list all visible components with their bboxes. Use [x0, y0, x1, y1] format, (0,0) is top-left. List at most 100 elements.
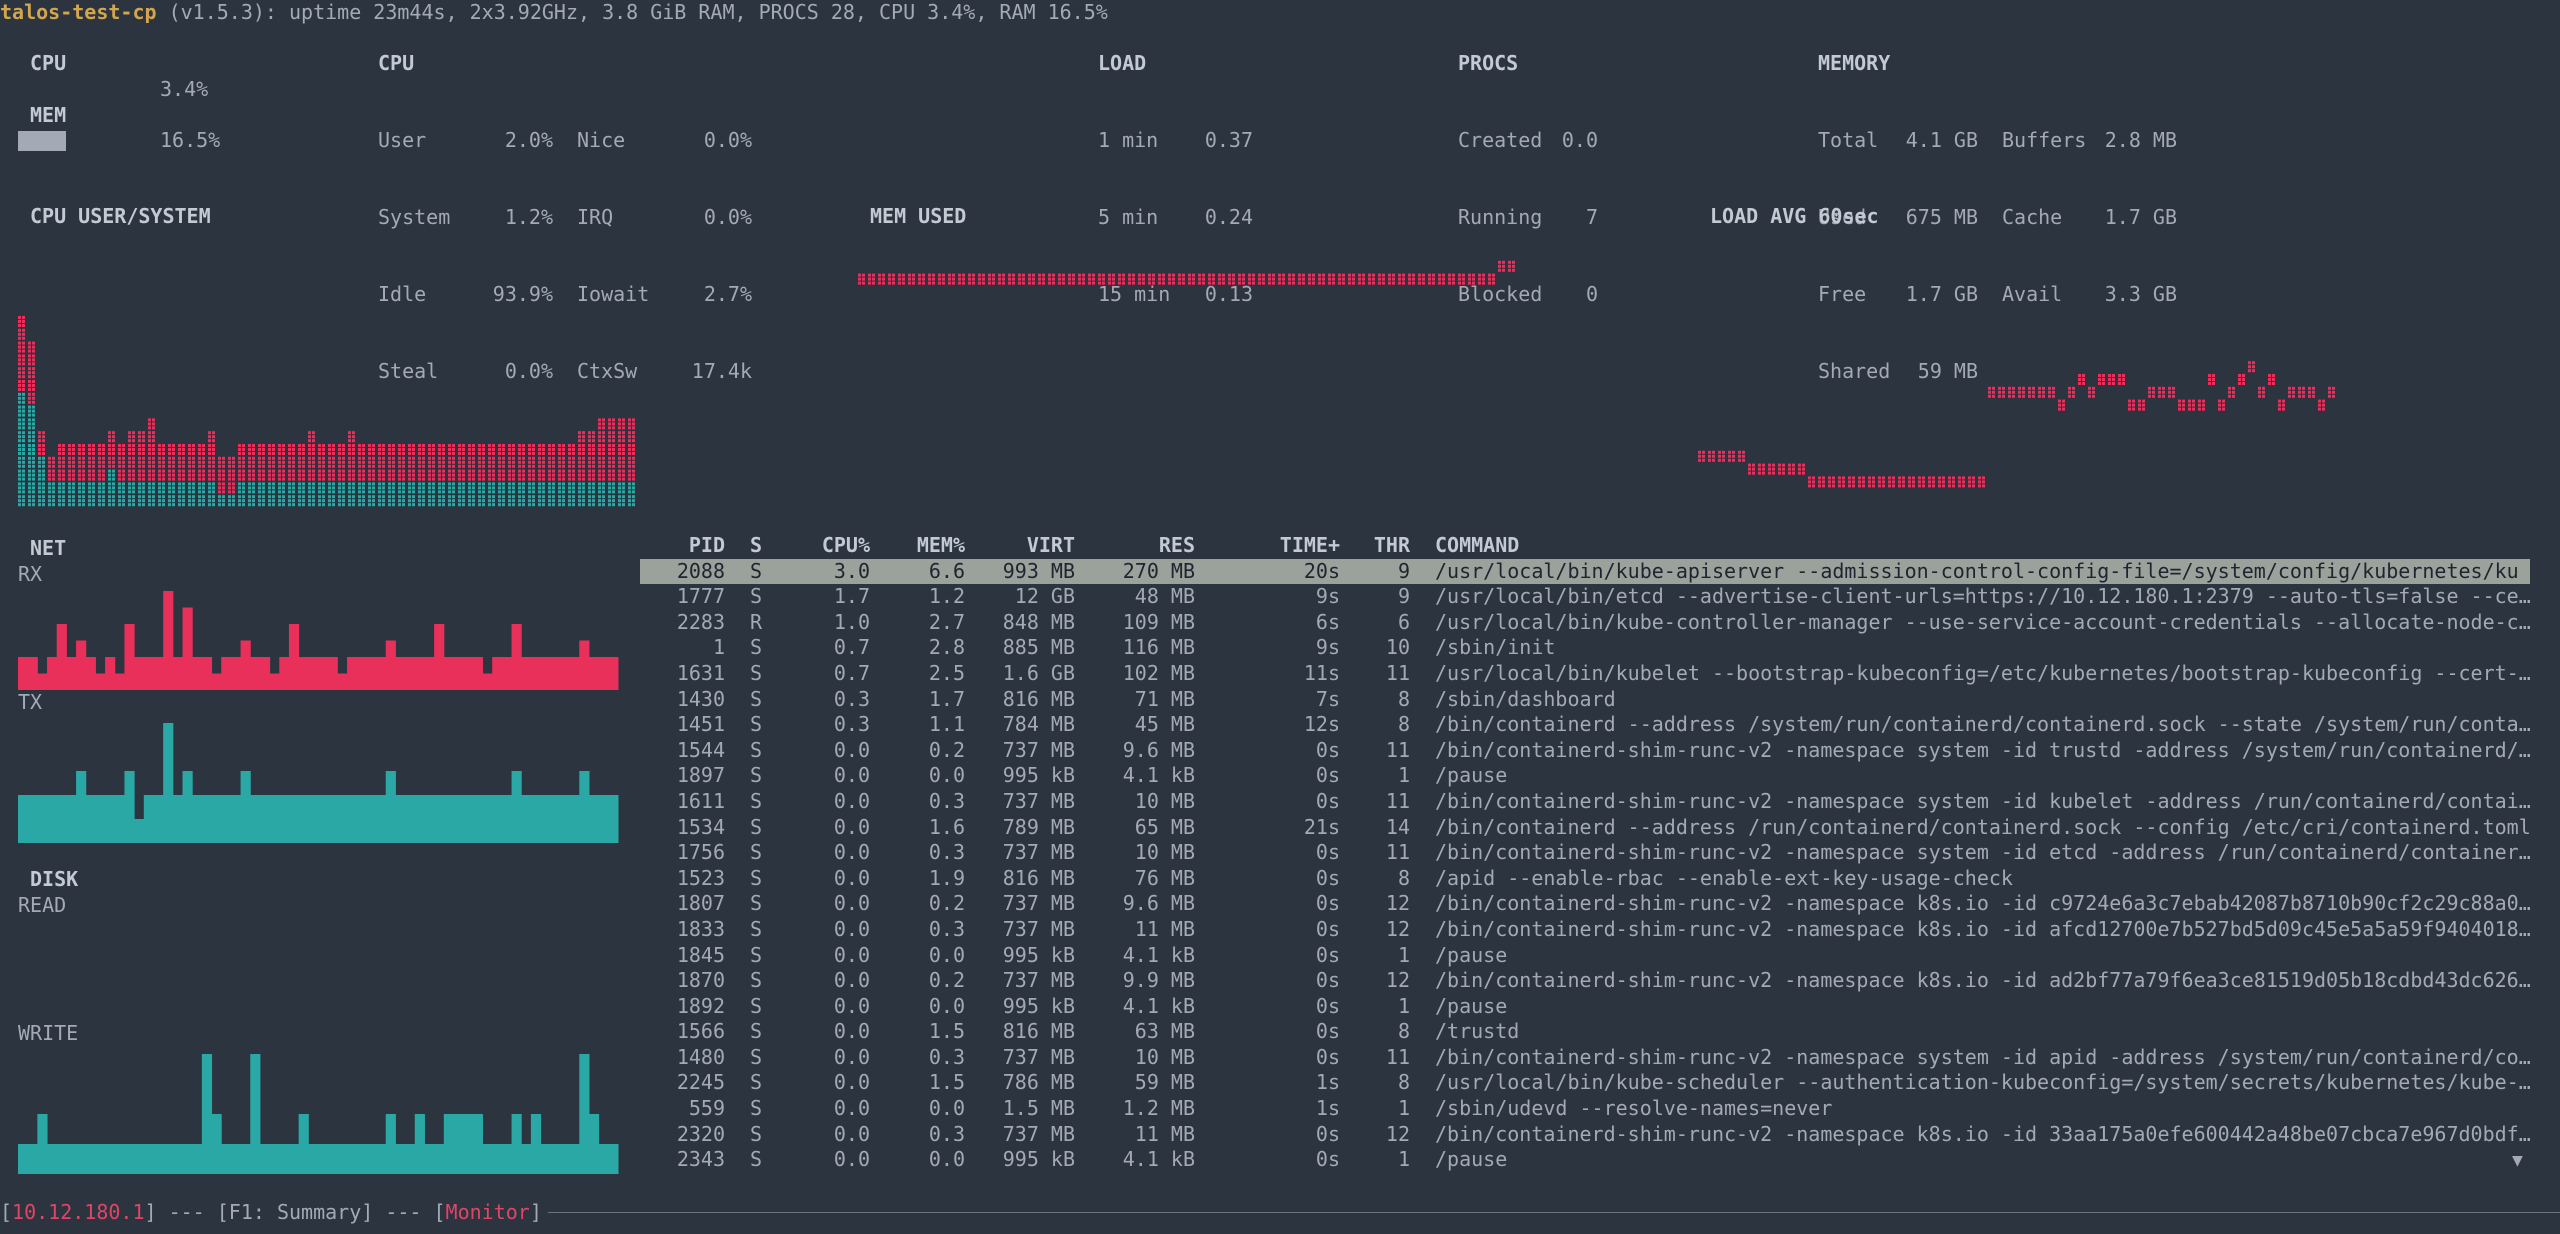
load-avg-point — [1728, 450, 1731, 454]
cpu-system-bar — [48, 499, 51, 503]
cpu-user-bar — [632, 422, 635, 426]
footer-screen[interactable]: F1: Summary — [229, 1200, 361, 1224]
net-rx-bar — [18, 657, 29, 690]
cpu-system-bar — [88, 495, 91, 499]
cpu-user-bar — [258, 473, 261, 477]
cpu-user-bar — [198, 452, 201, 455]
table-row[interactable]: 1845 S 0.0 0.0 995 kB 4.1 kB 0s 1/pause — [640, 943, 2530, 969]
mem-used-point — [1252, 273, 1255, 277]
cell-cpu: 0.0 — [833, 993, 870, 1018]
load-avg-point — [1868, 480, 1871, 484]
col-command[interactable]: COMMAND — [1435, 533, 1519, 559]
col-res[interactable]: RES — [1080, 533, 1195, 559]
cpu-user-bar — [312, 473, 315, 477]
table-row[interactable]: 1777 S 1.7 1.2 12 GB 48 MB 9s 9/usr/local/bin/e… — [640, 584, 2530, 610]
col-time[interactable]: TIME+ — [1200, 533, 1340, 559]
cpu-system-bar — [532, 490, 535, 494]
table-row[interactable]: 1523 S 0.0 1.9 816 MB 76 MB 0s 8/apid --enable-… — [640, 866, 2530, 892]
table-row[interactable]: 1534 S 0.0 1.6 789 MB 65 MB 21s 14/bin/containe… — [640, 815, 2530, 841]
load-avg-point — [2028, 390, 2031, 394]
table-row[interactable]: 2343 S 0.0 0.0 995 kB 4.1 kB 0s 1/pause — [640, 1147, 2530, 1173]
cpu-user-bar — [472, 456, 475, 460]
cell-mem: 0.2 — [928, 968, 965, 993]
cpu-user-bar — [248, 464, 251, 468]
cell-virt: 737 MB — [1002, 1121, 1075, 1146]
cpu-user-bar — [518, 452, 521, 455]
table-row[interactable]: 2245 S 0.0 1.5 786 MB 59 MB 1s 8/usr/local/bin/… — [640, 1070, 2530, 1096]
col-state[interactable]: S — [750, 533, 762, 559]
mem-used-point — [932, 273, 935, 277]
cpu-system-bar — [562, 486, 565, 490]
col-pid[interactable]: PID — [640, 533, 725, 559]
mem-used-point — [1018, 273, 1021, 277]
table-row[interactable]: 1566 S 0.0 1.5 816 MB 63 MB 0s 8/trustd — [640, 1019, 2530, 1045]
cpu-user-bar — [618, 439, 621, 443]
cpu-user-bar — [142, 456, 145, 460]
disk-write-bar — [366, 1144, 377, 1174]
load-avg-point — [1848, 476, 1851, 480]
col-virt[interactable]: VIRT — [970, 533, 1075, 559]
table-row[interactable]: 1807 S 0.0 0.2 737 MB 9.6 MB 0s 12/bin/containe… — [640, 891, 2530, 917]
load-avg-point — [2158, 390, 2161, 394]
table-row[interactable]: 1 S 0.7 2.8 885 MB 116 MB 9s 10/sbin/init — [640, 635, 2530, 661]
cpu-system-bar — [202, 490, 205, 494]
cpu-user-bar — [18, 336, 21, 340]
table-row[interactable]: 1430 S 0.3 1.7 816 MB 71 MB 7s 8/sbin/dashboard — [640, 687, 2530, 713]
cpu-system-bar — [258, 495, 261, 499]
cpu-system-bar — [422, 499, 425, 503]
table-row[interactable]: 559 S 0.0 0.0 1.5 MB 1.2 MB 1s 1/sbin/udevd --r… — [640, 1096, 2530, 1122]
process-table[interactable]: PID S CPU% MEM% VIRT RES TIME+ THR COMMA… — [640, 533, 2530, 1173]
table-row[interactable]: 1833 S 0.0 0.3 737 MB 11 MB 0s 12/bin/container… — [640, 917, 2530, 943]
cpu-system-bar — [38, 477, 41, 481]
col-threads[interactable]: THR — [1345, 533, 1410, 559]
load-avg-point — [1852, 484, 1855, 488]
cpu-system-bar — [492, 499, 495, 503]
cpu-user-bar — [488, 477, 491, 481]
cpu-system-bar — [432, 499, 435, 503]
table-row[interactable]: 1611 S 0.0 0.3 737 MB 10 MB 0s 11/bin/container… — [640, 789, 2530, 815]
cpu-user-bar — [352, 435, 355, 439]
table-row[interactable]: 1631 S 0.7 2.5 1.6 GB 102 MB 11s 11/usr/local/b… — [640, 661, 2530, 687]
cpu-user-bar — [632, 431, 635, 435]
cpu-system-bar — [328, 490, 331, 494]
mem-used-point — [1508, 264, 1511, 268]
cell-cmd: /trustd — [1435, 1019, 1520, 1044]
footer-mode[interactable]: Monitor — [446, 1200, 530, 1224]
table-row[interactable]: 1897 S 0.0 0.0 995 kB 4.1 kB 0s 1/pause — [640, 763, 2530, 789]
mem-used-point — [872, 281, 875, 285]
footer-node[interactable]: 10.12.180.1 — [12, 1200, 144, 1224]
scroll-down-indicator[interactable]: ▼ — [2512, 1148, 2523, 1174]
load-avg-point — [2058, 399, 2061, 403]
table-row[interactable]: 1756 S 0.0 0.3 737 MB 10 MB 0s 11/bin/container… — [640, 840, 2530, 866]
table-row[interactable]: 1892 S 0.0 0.0 995 kB 4.1 kB 0s 1/pause — [640, 994, 2530, 1020]
cpu-system-bar — [192, 499, 195, 503]
mem-used-point — [1128, 281, 1131, 285]
cpu-user-bar — [148, 469, 151, 473]
mem-graph-title: MEM USED — [870, 204, 967, 228]
col-cpu[interactable]: CPU% — [780, 533, 870, 559]
table-row[interactable]: 1870 S 0.0 0.2 737 MB 9.9 MB 0s 12/bin/containe… — [640, 968, 2530, 994]
table-row[interactable]: 1544 S 0.0 0.2 737 MB 9.6 MB 0s 11/bin/containe… — [640, 738, 2530, 764]
table-row[interactable]: 2088 S 3.0 6.6 993 MB 270 MB 20s 9/usr/local/bi… — [640, 558, 2530, 585]
cpu-user-bar — [468, 456, 471, 460]
mem-used-point — [1332, 281, 1335, 285]
cell-thr: 8 — [1397, 1019, 1410, 1044]
cpu-system-bar — [462, 486, 465, 490]
cell-thr: 11 — [1385, 737, 1410, 762]
mem-used-point — [928, 273, 931, 277]
net-tx-bar — [501, 795, 513, 843]
col-mem[interactable]: MEM% — [880, 533, 965, 559]
table-row[interactable]: 1480 S 0.0 0.3 737 MB 10 MB 0s 11/bin/container… — [640, 1045, 2530, 1071]
table-row[interactable]: 1451 S 0.3 1.1 784 MB 45 MB 12s 8/bin/container… — [640, 712, 2530, 738]
table-row[interactable]: 2283 R 1.0 2.7 848 MB 109 MB 6s 6/usr/local/bin… — [640, 610, 2530, 636]
table-row[interactable]: 2320 S 0.0 0.3 737 MB 11 MB 0s 12/bin/container… — [640, 1122, 2530, 1148]
mem-used-point — [1238, 281, 1241, 285]
mem-used-point — [1432, 273, 1435, 277]
cpu-user-bar — [272, 464, 275, 468]
cpu-user-bar — [218, 460, 221, 464]
cpu-system-bar — [22, 460, 25, 464]
load-avg-point — [1968, 484, 1971, 488]
mem-used-point — [1068, 277, 1071, 281]
load-avg-point — [1868, 484, 1871, 488]
cpu-user-bar — [68, 473, 71, 477]
